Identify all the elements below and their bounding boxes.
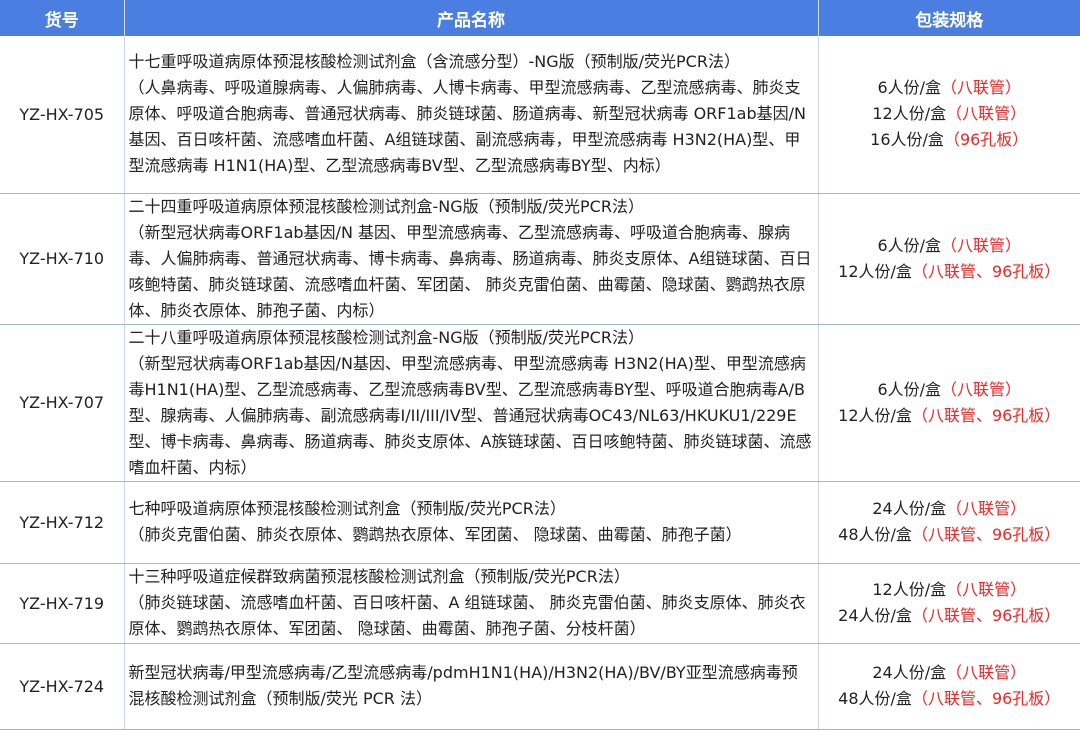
spec-package: （八联管） xyxy=(946,104,1027,124)
spec-line: 6人份/盒（八联管） xyxy=(820,377,1080,403)
spec-package: （八联管、96孔板） xyxy=(911,606,1061,625)
product-code: YZ-HX-719 xyxy=(0,563,125,644)
package-spec: 6人份/盒（八联管） 12人份/盒（八联管、96孔板） xyxy=(818,324,1080,482)
product-code: YZ-HX-712 xyxy=(0,481,125,564)
spec-line: 12人份/盒（八联管、96孔板） xyxy=(820,259,1080,285)
product-title: 十七重呼吸道病原体预混核酸检测试剂盒（含流感分型）-NG版（预制版/荧光PCR法… xyxy=(128,52,740,72)
product-name: 十七重呼吸道病原体预混核酸检测试剂盒（含流感分型）-NG版（预制版/荧光PCR法… xyxy=(124,36,819,194)
spec-package: （96孔板） xyxy=(943,130,1029,150)
spec-package: （八联管、96孔板） xyxy=(911,689,1061,708)
product-code: YZ-HX-707 xyxy=(0,324,125,482)
spec-quantity: 24人份/盒 xyxy=(838,606,912,625)
spec-quantity: 12人份/盒 xyxy=(838,405,912,425)
spec-line: 24人份/盒（八联管） xyxy=(820,496,1080,522)
spec-package: （八联管、96孔板） xyxy=(911,405,1061,425)
table-header: 货号 产品名称 包装规格 xyxy=(0,0,1080,36)
spec-line: 24人份/盒（八联管） xyxy=(820,660,1080,686)
product-title: 十三种呼吸道症候群致病菌预混核酸检测试剂盒（预制版/荧光PCR法） xyxy=(128,567,630,586)
header-row: 货号 产品名称 包装规格 xyxy=(0,0,1080,36)
table-row: YZ-HX-724 新型冠状病毒/甲型流感病毒/乙型流感病毒/pdmH1N1(H… xyxy=(0,643,1080,730)
spec-line: 12人份/盒（八联管、96孔板） xyxy=(820,403,1080,429)
table-row: YZ-HX-712 七种呼吸道病原体预混核酸检测试剂盒（预制版/荧光PCR法） … xyxy=(0,481,1080,564)
table-row: YZ-HX-707 二十八重呼吸道病原体预混核酸检测试剂盒-NG版（预制版/荧光… xyxy=(0,324,1080,482)
spec-line: 24人份/盒（八联管、96孔板） xyxy=(820,603,1080,629)
product-code: YZ-HX-705 xyxy=(0,36,125,194)
package-spec: 6人份/盒（八联管） 12人份/盒（八联管） 16人份/盒（96孔板） xyxy=(818,36,1080,194)
spec-line: 12人份/盒（八联管） xyxy=(820,101,1080,127)
spec-quantity: 16人份/盒 xyxy=(870,130,944,150)
product-description: （肺炎克雷伯菌、肺炎衣原体、鹦鹉热衣原体、军团菌、 隐球菌、曲霉菌、肺孢子菌） xyxy=(128,525,742,544)
spec-line: 12人份/盒（八联管） xyxy=(820,577,1080,603)
product-description: （新型冠状病毒ORF1ab基因/N基因、甲型流感病毒、甲型流感病毒 H3N2(H… xyxy=(128,353,812,477)
spec-quantity: 6人份/盒 xyxy=(877,379,942,399)
spec-quantity: 48人份/盒 xyxy=(838,689,912,708)
table-row: YZ-HX-719 十三种呼吸道症候群致病菌预混核酸检测试剂盒（预制版/荧光PC… xyxy=(0,563,1080,644)
product-description: （新型冠状病毒ORF1ab基因/N 基因、甲型流感病毒、乙型流感病毒、呼吸道合胞… xyxy=(128,222,812,320)
spec-line: 48人份/盒（八联管、96孔板） xyxy=(820,686,1080,712)
header-spec: 包装规格 xyxy=(818,0,1080,36)
spec-quantity: 24人份/盒 xyxy=(872,663,947,682)
spec-line: 16人份/盒（96孔板） xyxy=(820,127,1080,153)
spec-line: 48人份/盒（八联管、96孔板） xyxy=(820,522,1080,548)
product-name: 七种呼吸道病原体预混核酸检测试剂盒（预制版/荧光PCR法） （肺炎克雷伯菌、肺炎… xyxy=(124,481,819,564)
package-spec: 6人份/盒（八联管） 12人份/盒（八联管、96孔板） xyxy=(818,193,1080,325)
spec-package: （八联管） xyxy=(941,78,1022,98)
product-title: 七种呼吸道病原体预混核酸检测试剂盒（预制版/荧光PCR法） xyxy=(128,499,566,518)
spec-line: 6人份/盒（八联管） xyxy=(820,233,1080,259)
table-row: YZ-HX-710 二十四重呼吸道病原体预混核酸检测试剂盒-NG版（预制版/荧光… xyxy=(0,193,1080,325)
product-code: YZ-HX-724 xyxy=(0,643,125,730)
spec-package: （八联管、96孔板） xyxy=(911,525,1061,544)
package-spec: 12人份/盒（八联管） 24人份/盒（八联管、96孔板） xyxy=(818,563,1080,644)
product-description: （肺炎链球菌、流感嗜血杆菌、百日咳杆菌、A 组链球菌、 肺炎克雷伯菌、肺炎支原体… xyxy=(128,593,806,638)
product-name: 新型冠状病毒/甲型流感病毒/乙型流感病毒/pdmH1N1(HA)/H3N2(HA… xyxy=(124,643,819,730)
spec-quantity: 12人份/盒 xyxy=(872,104,947,124)
spec-quantity: 48人份/盒 xyxy=(838,525,912,544)
product-table-grid: 货号 产品名称 包装规格 YZ-HX-705 十七重呼吸道病原体预混核酸检测试剂… xyxy=(0,0,1080,730)
product-table: 货号 产品名称 包装规格 YZ-HX-705 十七重呼吸道病原体预混核酸检测试剂… xyxy=(0,0,1080,730)
product-name: 十三种呼吸道症候群致病菌预混核酸检测试剂盒（预制版/荧光PCR法） （肺炎链球菌… xyxy=(124,563,819,644)
spec-quantity: 12人份/盒 xyxy=(838,261,912,281)
spec-line: 6人份/盒（八联管） xyxy=(820,75,1080,101)
product-name: 二十八重呼吸道病原体预混核酸检测试剂盒-NG版（预制版/荧光PCR法） （新型冠… xyxy=(124,324,819,482)
product-description: （人鼻病毒、呼吸道腺病毒、人偏肺病毒、人博卡病毒、甲型流感病毒、乙型流感病毒、肺… xyxy=(128,78,807,176)
package-spec: 24人份/盒（八联管） 48人份/盒（八联管、96孔板） xyxy=(818,481,1080,564)
spec-quantity: 6人份/盒 xyxy=(877,78,942,98)
spec-package: （八联管） xyxy=(946,580,1027,599)
spec-package: （八联管） xyxy=(941,379,1022,399)
package-spec: 24人份/盒（八联管） 48人份/盒（八联管、96孔板） xyxy=(818,643,1080,730)
header-code: 货号 xyxy=(0,0,125,36)
product-name: 二十四重呼吸道病原体预混核酸检测试剂盒-NG版（预制版/荧光PCR法） （新型冠… xyxy=(124,193,819,325)
product-title: 新型冠状病毒/甲型流感病毒/乙型流感病毒/pdmH1N1(HA)/H3N2(HA… xyxy=(128,663,798,708)
product-code: YZ-HX-710 xyxy=(0,193,125,325)
spec-quantity: 12人份/盒 xyxy=(872,580,947,599)
spec-package: （八联管） xyxy=(941,235,1022,255)
table-row: YZ-HX-705 十七重呼吸道病原体预混核酸检测试剂盒（含流感分型）-NG版（… xyxy=(0,36,1080,194)
table-body: YZ-HX-705 十七重呼吸道病原体预混核酸检测试剂盒（含流感分型）-NG版（… xyxy=(0,36,1080,730)
product-title: 二十八重呼吸道病原体预混核酸检测试剂盒-NG版（预制版/荧光PCR法） xyxy=(128,327,644,347)
header-name: 产品名称 xyxy=(124,0,819,36)
spec-package: （八联管、96孔板） xyxy=(911,261,1061,281)
product-title: 二十四重呼吸道病原体预混核酸检测试剂盒-NG版（预制版/荧光PCR法） xyxy=(128,196,644,216)
spec-quantity: 6人份/盒 xyxy=(877,235,942,255)
spec-package: （八联管） xyxy=(946,663,1027,682)
spec-package: （八联管） xyxy=(946,499,1027,518)
spec-quantity: 24人份/盒 xyxy=(872,499,947,518)
